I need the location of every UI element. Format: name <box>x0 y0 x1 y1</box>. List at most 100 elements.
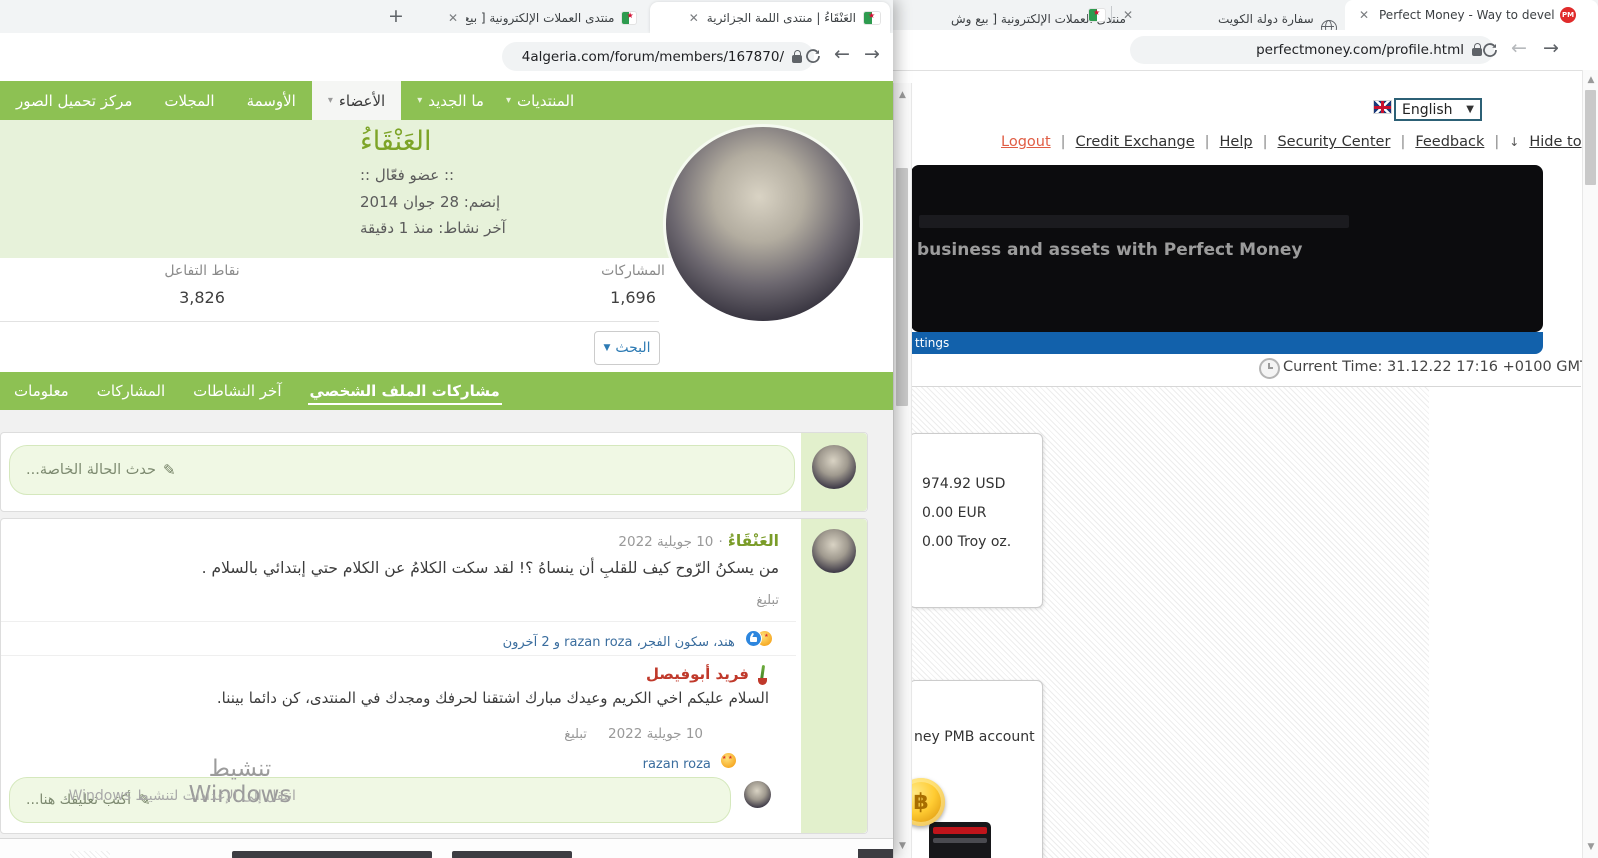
algeria-flag-favicon <box>1089 9 1105 21</box>
link-separator: | <box>1263 134 1268 150</box>
balance-card: 974.92 USD 0.00 EUR 0.00 Troy oz. <box>909 433 1043 608</box>
chevron-down-icon: ▾ <box>328 95 333 106</box>
reactions-users[interactable]: هند، سكون الفجر، razan roza و 2 آخرون <box>503 635 735 650</box>
perfect-money-favicon: PM <box>1560 7 1576 23</box>
tab-perfect-money[interactable]: ✕ Perfect Money - Way to develop PM <box>1345 0 1598 30</box>
stat-reaction-points: نقاط التفاعل 3,826 <box>142 263 262 307</box>
link-separator: | <box>1400 134 1405 150</box>
chevron-down-icon: ▾ <box>417 95 422 106</box>
tab-forum-currencies[interactable]: منتدى العملات الإلكترونية [ بيع وش ✕ <box>438 2 646 33</box>
report-link[interactable]: تبليغ <box>89 593 779 608</box>
close-tab-icon[interactable]: ✕ <box>448 12 458 24</box>
star-struck-emoji <box>721 753 736 768</box>
logout-link[interactable]: Logout <box>1001 134 1051 150</box>
help-link[interactable]: Help <box>1220 134 1253 150</box>
chevron-down-icon: ▾ <box>506 95 511 106</box>
security-center-link[interactable]: Security Center <box>1277 134 1390 150</box>
right-scrollbar[interactable]: ▲ ▼ <box>1582 70 1598 858</box>
forward-icon[interactable]: → <box>1543 39 1559 58</box>
back-toolbar: perfectmoney.com/profile.html ← → <box>893 30 1598 71</box>
current-time: Current Time: 31.12.22 17:16 +0100 GMT <box>1283 359 1589 375</box>
stat-messages: المشاركات 1,696 <box>573 263 693 307</box>
reactions-bar[interactable]: هند، سكون الفجر، razan roza و 2 آخرون <box>89 631 772 650</box>
link-separator: | <box>1205 134 1210 150</box>
stat-value[interactable]: 3,826 <box>142 288 262 307</box>
report-link[interactable]: تبليغ <box>564 727 587 742</box>
post-date[interactable]: 10 جويلية 2022 <box>618 534 713 550</box>
nav-medals[interactable]: الأوسمة <box>231 81 312 120</box>
tab-profile-posts[interactable]: مشاركات الملف الشخصي <box>296 372 514 410</box>
url-text: 4algeria.com/forum/members/167870/ <box>522 49 784 65</box>
language-value: English <box>1402 102 1453 118</box>
tab-kuwait-embassy[interactable]: سفارة دولة الكويت <box>1218 8 1314 27</box>
nav-journals[interactable]: المجلات <box>148 81 230 120</box>
new-tab-icon[interactable]: + <box>388 5 404 27</box>
tab-latest-activity[interactable]: آخر النشاطات <box>179 372 295 410</box>
back-browser-window: منتدى العملات الإلكترونية [ بيع وش ✕ سفا… <box>893 0 1598 858</box>
scroll-up-icon[interactable]: ▲ <box>1583 75 1598 85</box>
search-button[interactable]: البحث ▼ <box>594 331 660 365</box>
banner-text: business and assets with Perfect Money <box>917 240 1302 260</box>
back-tab-strip: منتدى العملات الإلكترونية [ بيع وش ✕ سفا… <box>893 0 1598 30</box>
status-update-input[interactable]: ✎ حدث الحالة الخاصة... <box>9 445 795 495</box>
reload-icon[interactable] <box>804 47 822 65</box>
tab-member-profile[interactable]: العَنْقَاءُ | منتدى اللمة الجزائرية ✕ <box>650 2 890 33</box>
post-body: من يسكنُ الرّوح كيف للقلبِ أن ينساهُ ؟! … <box>89 559 779 577</box>
clock-icon <box>1259 358 1280 379</box>
scrollbar-thumb[interactable] <box>896 168 908 406</box>
close-tab-icon[interactable]: ✕ <box>1123 9 1133 21</box>
comment-author[interactable]: فريد أبوفيصل <box>121 665 769 683</box>
stat-label: المشاركات <box>573 263 693 279</box>
avatar[interactable] <box>812 529 856 573</box>
wallet-image <box>929 822 991 858</box>
tab-about[interactable]: معلومات <box>0 372 83 410</box>
scrollbar-thumb[interactable] <box>1585 90 1596 185</box>
settings-bar[interactable]: ttings <box>911 332 1543 354</box>
tab-postings[interactable]: المشاركات <box>83 372 179 410</box>
algeria-flag-favicon <box>864 12 880 24</box>
scroll-down-icon[interactable]: ▼ <box>894 841 911 851</box>
back-icon[interactable]: ← <box>1511 39 1527 58</box>
forward-icon[interactable]: → <box>864 45 880 64</box>
url-text: perfectmoney.com/profile.html <box>1256 42 1464 58</box>
credit-exchange-link[interactable]: Credit Exchange <box>1076 134 1195 150</box>
scroll-up-icon[interactable]: ▲ <box>894 90 911 100</box>
nav-label: المنتديات <box>517 92 574 110</box>
stat-value[interactable]: 1,696 <box>573 288 693 307</box>
nav-whats-new[interactable]: ما الجديد ▾ <box>401 81 500 120</box>
nav-members[interactable]: الأعضاء▾ <box>312 81 401 120</box>
clipped-image-fragment <box>858 849 893 858</box>
close-tab-icon[interactable]: ✕ <box>689 12 699 24</box>
address-bar[interactable]: perfectmoney.com/profile.html <box>1130 36 1494 64</box>
scroll-down-icon[interactable]: ▼ <box>1583 842 1598 852</box>
reaction-user[interactable]: razan roza <box>643 757 711 772</box>
clipped-hatch-fragment <box>70 851 110 858</box>
avatar[interactable] <box>812 445 856 489</box>
post-header: العَنْقَاءُ · 10 جويلية 2022 <box>89 531 779 550</box>
tab-title: منتدى العملات الإلكترونية [ بيع وش <box>466 11 614 25</box>
close-tab-icon[interactable]: ✕ <box>1359 9 1369 21</box>
back-icon[interactable]: ← <box>834 45 850 64</box>
pen-feather-icon <box>755 665 769 687</box>
reload-icon[interactable] <box>1481 41 1499 59</box>
front-browser-window: العَنْقَاءُ | منتدى اللمة الجزائرية ✕ من… <box>0 0 893 858</box>
chevron-down-icon: ▼ <box>1466 104 1474 115</box>
profile-role: :: عضو فعّال :: <box>360 166 660 184</box>
post-avatar-strip <box>801 519 867 833</box>
nav-forums[interactable]: المنتديات ▾ <box>500 81 590 120</box>
address-bar[interactable]: 4algeria.com/forum/members/167870/ <box>502 42 814 71</box>
left-scrollbar[interactable]: ▲ ▼ <box>893 83 912 858</box>
avatar[interactable] <box>744 781 771 808</box>
tab-title: Perfect Money - Way to develop <box>1379 8 1554 22</box>
profile-avatar[interactable] <box>666 127 860 321</box>
balance-eur: 0.00 EUR <box>922 505 986 521</box>
nav-image-upload-center[interactable]: مركز تحميل الصور <box>0 81 148 120</box>
post-author[interactable]: العَنْقَاءُ <box>728 532 779 550</box>
feedback-link[interactable]: Feedback <box>1415 134 1484 150</box>
comment-meta: 10 جويلية 2022 تبليغ <box>121 723 703 742</box>
nav-label: ما الجديد <box>428 92 484 110</box>
comment-date[interactable]: 10 جويلية 2022 <box>608 726 703 742</box>
profile-tab-bar: مشاركات الملف الشخصي آخر النشاطات المشار… <box>0 372 893 410</box>
language-select[interactable]: English ▼ <box>1394 98 1482 121</box>
tab-title: العَنْقَاءُ | منتدى اللمة الجزائرية <box>707 11 856 25</box>
